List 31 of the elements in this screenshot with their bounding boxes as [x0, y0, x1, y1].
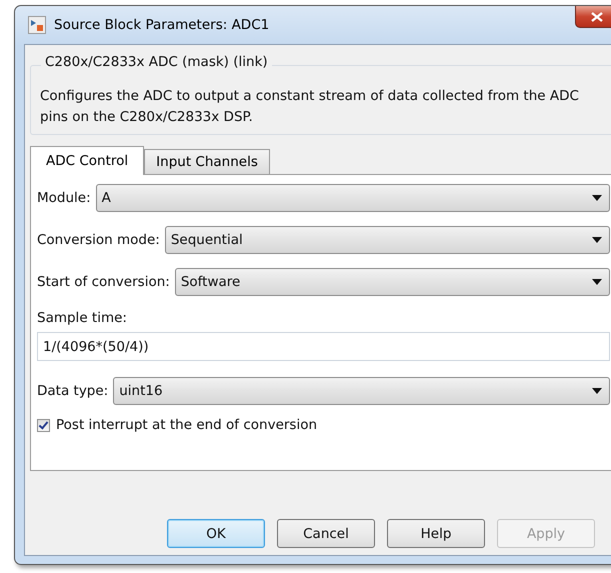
description-text: Configures the ADC to output a constant stream of data collected from the ADC pins on the C280x/C2833x DSP.: [40, 87, 580, 127]
close-button[interactable]: [575, 6, 611, 28]
caret-icon: [592, 388, 602, 394]
caret-icon: [592, 237, 602, 243]
dropdown-value: uint16: [119, 383, 163, 399]
group-title: C280x/C2833x ADC (mask) (link): [41, 54, 272, 70]
dialog-button[interactable]: Help: [387, 519, 485, 548]
close-icon: [591, 12, 603, 22]
checkbox-label: Post interrupt at the end of conversion: [56, 417, 318, 433]
dialog-button[interactable]: OK: [167, 519, 265, 548]
field-label: Sample time:: [37, 310, 128, 326]
dropdown-value: A: [102, 190, 111, 206]
dialog-button[interactable]: Cancel: [277, 519, 375, 548]
tab[interactable]: ADC Control: [30, 146, 144, 175]
field-label: Data type:: [37, 383, 108, 399]
dropdown-value: Software: [180, 274, 240, 290]
dropdown[interactable]: Sequential: [164, 226, 610, 254]
caret-icon: [592, 279, 602, 285]
caret-icon: [592, 195, 602, 201]
input-field[interactable]: 1/(4096*(50/4)): [37, 332, 610, 361]
tab[interactable]: Input Channels: [144, 149, 270, 174]
field-label: Conversion mode:: [37, 232, 160, 248]
dropdown[interactable]: A: [96, 184, 610, 212]
window-title: Source Block Parameters: ADC1: [54, 17, 270, 33]
field-label: Module:: [37, 190, 91, 206]
field-label: Start of conversion:: [37, 274, 170, 290]
block-icon: [28, 16, 46, 34]
dropdown[interactable]: Software: [174, 268, 610, 296]
checkbox[interactable]: [37, 418, 50, 432]
dropdown-value: Sequential: [170, 232, 243, 248]
dropdown[interactable]: uint16: [113, 377, 610, 405]
